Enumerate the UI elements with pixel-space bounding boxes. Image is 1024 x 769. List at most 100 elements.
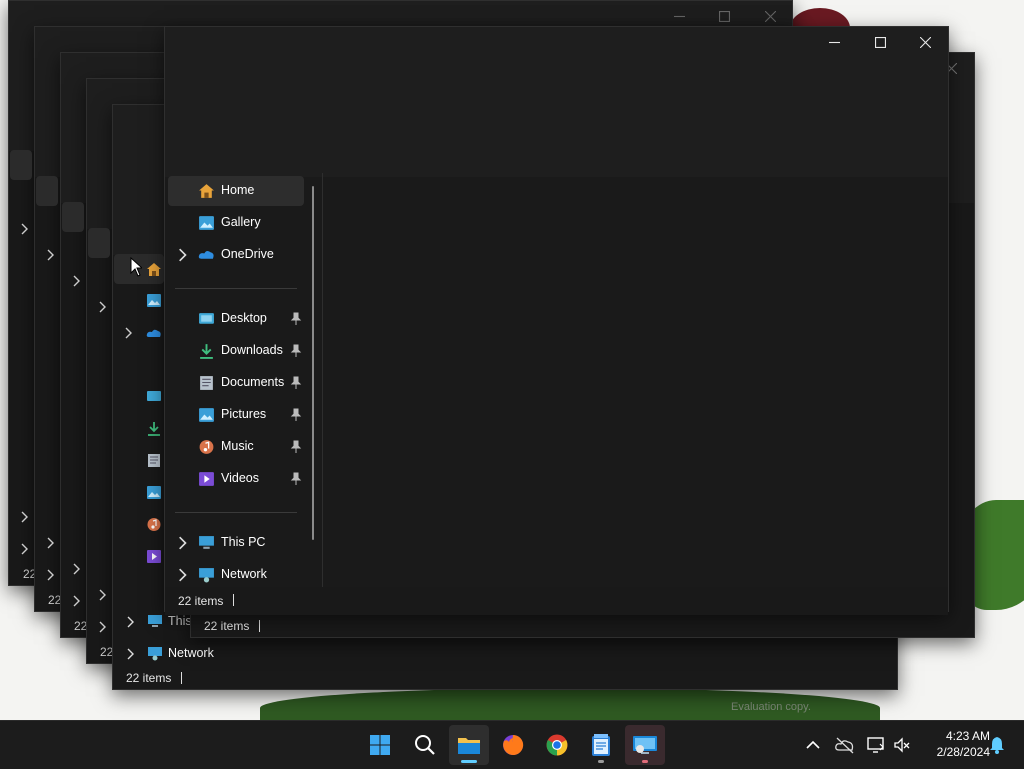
chevron-right-icon[interactable] [176, 536, 188, 550]
nav-item-videos[interactable]: Videos [168, 464, 304, 494]
chevron-right-icon [73, 275, 80, 287]
downloads-icon [148, 422, 160, 436]
nav-item-downloads[interactable]: Downloads [168, 336, 304, 366]
pin-icon[interactable] [290, 312, 302, 326]
taskbar-file-explorer[interactable] [449, 725, 489, 765]
minimize-button[interactable] [811, 27, 857, 57]
pin-icon[interactable] [290, 344, 302, 358]
taskbar-chrome[interactable] [537, 725, 577, 765]
ghost-selected-row [88, 228, 110, 258]
documents-icon [148, 454, 160, 467]
desktop-folder-icon [147, 391, 161, 401]
mouse-cursor-icon [130, 257, 142, 277]
explorer-window-front[interactable]: Home Gallery OneDrive Desktop Downloads … [164, 26, 949, 615]
chevron-right-icon [125, 327, 132, 339]
nav-item-label: Music [221, 439, 254, 453]
pin-icon[interactable] [290, 376, 302, 390]
music-icon [147, 518, 161, 531]
pin-icon[interactable] [290, 408, 302, 422]
notification-bell-icon[interactable] [987, 735, 1007, 755]
network-tray-icon[interactable] [866, 735, 886, 755]
nav-item-label: OneDrive [221, 247, 274, 261]
running-indicator [642, 760, 648, 763]
chevron-right-icon [47, 249, 54, 261]
onedrive-offline-icon[interactable] [835, 735, 855, 755]
pin-icon[interactable] [290, 440, 302, 454]
clock-time: 4:23 AM [945, 729, 990, 743]
nav-scrollbar[interactable] [312, 186, 314, 540]
nav-item-label: Network [221, 567, 267, 581]
chevron-right-icon [21, 223, 28, 235]
taskbar-remote-desktop[interactable] [625, 725, 665, 765]
nav-divider [175, 288, 297, 289]
nav-item-onedrive[interactable]: OneDrive [168, 240, 304, 270]
desktop-folder-icon [199, 313, 214, 324]
running-indicator [598, 760, 604, 763]
nav-item-label: Gallery [221, 215, 261, 229]
evaluation-watermark: Evaluation copy. [731, 701, 811, 713]
close-button[interactable] [902, 27, 948, 57]
chevron-right-icon[interactable] [176, 248, 188, 262]
status-separator [233, 594, 234, 606]
onedrive-icon [198, 250, 214, 259]
videos-icon [147, 550, 161, 563]
nav-item-label: This PC [221, 535, 266, 549]
chevron-right-icon [99, 621, 106, 633]
clock[interactable]: 4:23 AM 2/28/2024 [918, 728, 990, 760]
documents-icon [200, 376, 213, 390]
pictures-icon [199, 408, 214, 422]
nav-item-gallery[interactable]: Gallery [168, 208, 304, 238]
nav-item-documents[interactable]: Documents [168, 368, 304, 398]
search-icon [415, 735, 435, 755]
taskbar-firefox[interactable] [493, 725, 533, 765]
nav-item-label: This [168, 614, 192, 628]
nav-item-network[interactable]: Network [121, 643, 271, 665]
nav-item-home[interactable]: Home [168, 176, 304, 206]
status-items-count: 22 items [204, 619, 250, 633]
navigation-pane[interactable]: Home Gallery OneDrive Desktop Downloads … [165, 173, 323, 587]
volume-muted-icon[interactable] [892, 735, 912, 755]
notepad-icon [592, 734, 610, 756]
nav-item-label: Home [221, 183, 255, 197]
chevron-right-icon [73, 563, 80, 575]
taskbar: 4:23 AM 2/28/2024 [0, 720, 1024, 769]
search-button[interactable] [405, 725, 445, 765]
chevron-right-icon [21, 511, 28, 523]
maximize-button[interactable] [857, 27, 903, 57]
chevron-right-icon[interactable] [176, 568, 188, 582]
nav-item-label: Desktop [221, 311, 267, 325]
pin-icon[interactable] [290, 472, 302, 486]
home-icon [199, 184, 214, 198]
chevron-right-icon [127, 616, 134, 628]
home-icon [147, 263, 161, 276]
status-items-count: 22 items [126, 671, 172, 685]
network-icon [148, 647, 162, 661]
nav-item-music[interactable]: Music [168, 432, 304, 462]
chevron-right-icon [73, 595, 80, 607]
content-area[interactable] [323, 177, 948, 587]
nav-item-label: Documents [221, 375, 285, 389]
nav-item-desktop[interactable]: Desktop [168, 304, 304, 334]
pictures-icon [147, 486, 161, 499]
taskbar-notepad[interactable] [581, 725, 621, 765]
this-pc-icon [148, 615, 162, 627]
nav-divider [175, 512, 297, 513]
nav-item-label: Network [168, 646, 214, 660]
status-items-count: 22 items [178, 594, 224, 608]
chevron-up-icon[interactable] [803, 735, 823, 755]
ghost-selected-row [36, 176, 58, 206]
status-bar: 22 items [165, 587, 948, 615]
nav-item-network[interactable]: Network [168, 560, 304, 590]
start-button[interactable] [360, 725, 400, 765]
file-explorer-icon [458, 738, 480, 754]
music-icon [199, 440, 214, 454]
nav-item-pictures[interactable]: Pictures [168, 400, 304, 430]
nav-item-label: Downloads [221, 343, 283, 357]
nav-item-this-pc[interactable]: This PC [168, 528, 304, 558]
start-icon [370, 735, 390, 755]
chevron-right-icon [127, 648, 134, 660]
ghost-selected-row [62, 202, 84, 232]
chevron-right-icon [99, 301, 106, 313]
running-indicator [461, 760, 477, 763]
nav-item-label: Pictures [221, 407, 267, 421]
